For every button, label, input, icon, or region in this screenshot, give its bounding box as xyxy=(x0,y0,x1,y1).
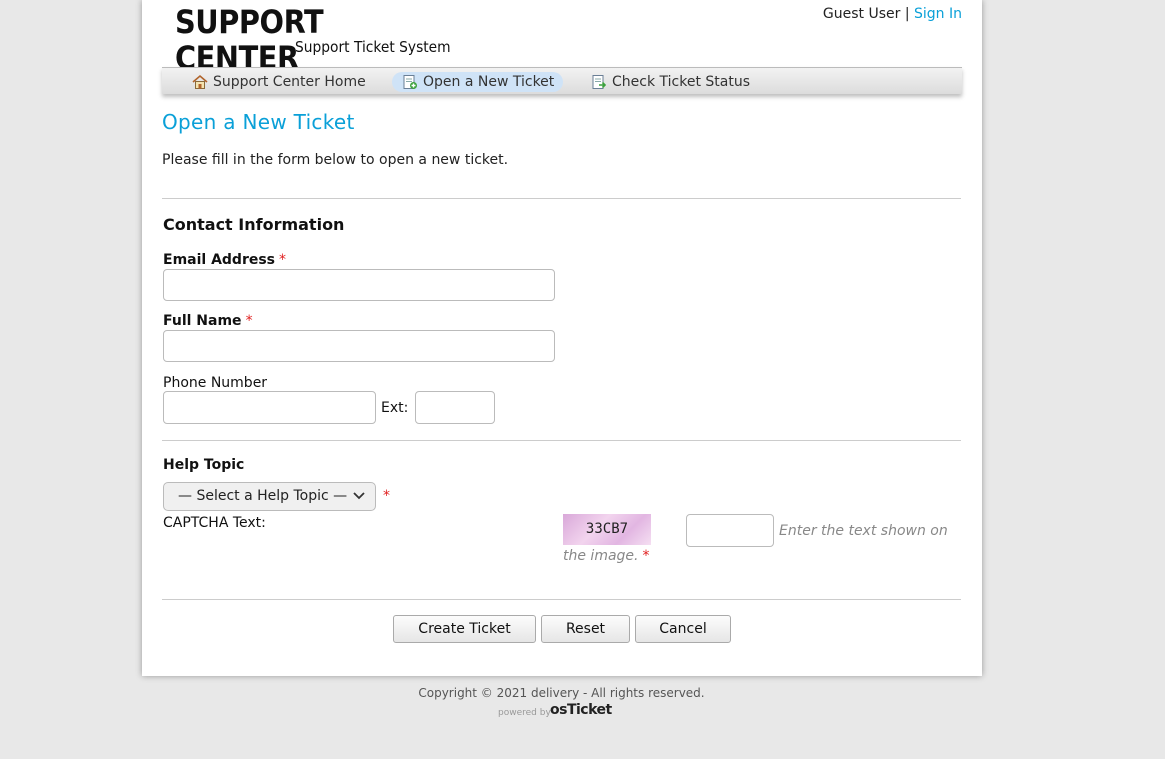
contact-heading: Contact Information xyxy=(163,215,345,234)
page-container: SUPPORT CENTER Support Ticket System Gue… xyxy=(142,0,982,676)
powered-by-text: powered by xyxy=(498,708,551,718)
help-topic-select[interactable]: — Select a Help Topic — xyxy=(163,482,376,511)
logo[interactable]: SUPPORT CENTER Support Ticket System xyxy=(175,4,475,76)
user-bar: Guest User | Sign In xyxy=(823,6,962,22)
ext-label: Ext: xyxy=(381,400,409,416)
full-name-field[interactable] xyxy=(163,330,555,362)
captcha-label: CAPTCHA Text: xyxy=(163,515,266,531)
copyright-text: Copyright © 2021 delivery - All rights r… xyxy=(418,686,705,700)
phone-field[interactable] xyxy=(163,391,376,424)
help-topic-label: Help Topic xyxy=(163,457,245,473)
nav-item-label: Check Ticket Status xyxy=(612,74,750,90)
required-marker: * xyxy=(642,548,650,564)
divider xyxy=(162,599,961,600)
captcha-image: 33CB7 xyxy=(563,514,651,545)
powered-by-logo[interactable]: powered by osTicket xyxy=(498,701,612,723)
email-field[interactable] xyxy=(163,269,555,301)
osticket-brand: osTicket xyxy=(550,702,612,718)
main-nav: Support Center Home Open a New Ticket Ch… xyxy=(162,67,962,94)
cancel-button[interactable]: Cancel xyxy=(635,615,731,643)
nav-item-label: Open a New Ticket xyxy=(423,74,555,90)
create-ticket-button[interactable]: Create Ticket xyxy=(393,615,536,643)
captcha-hint-line2: the image. * xyxy=(563,548,649,564)
nav-item-new-ticket[interactable]: Open a New Ticket xyxy=(392,72,564,92)
captcha-hint-text: the image. xyxy=(563,548,639,564)
guest-user-label: Guest User xyxy=(822,6,901,22)
sign-in-link[interactable]: Sign In xyxy=(914,6,962,22)
phone-label: Phone Number xyxy=(163,375,268,391)
new-ticket-icon xyxy=(403,75,417,89)
divider xyxy=(162,198,961,199)
page-title: Open a New Ticket xyxy=(162,110,355,134)
intro-text: Please fill in the form below to open a … xyxy=(162,152,509,168)
nav-item-label: Support Center Home xyxy=(213,74,366,90)
required-marker: * xyxy=(279,252,287,268)
email-label: Email Address * xyxy=(163,252,286,268)
email-label-text: Email Address xyxy=(163,252,276,268)
logo-subtitle: Support Ticket System xyxy=(295,38,451,56)
chevron-down-icon xyxy=(353,492,365,500)
required-marker: * xyxy=(245,313,253,329)
full-name-label-text: Full Name xyxy=(163,313,242,329)
divider xyxy=(162,440,961,441)
help-topic-selected: — Select a Help Topic — xyxy=(178,488,348,504)
reset-button[interactable]: Reset xyxy=(541,615,630,643)
ext-field[interactable] xyxy=(415,391,495,424)
nav-item-check-status[interactable]: Check Ticket Status xyxy=(581,72,759,92)
full-name-label: Full Name * xyxy=(163,313,253,329)
user-bar-separator: | xyxy=(904,6,910,22)
home-icon xyxy=(192,74,208,89)
captcha-input[interactable] xyxy=(686,514,774,547)
ticket-status-icon xyxy=(592,75,607,89)
captcha-hint-line1: Enter the text shown on xyxy=(779,523,948,539)
required-marker: * xyxy=(383,488,390,504)
nav-item-home[interactable]: Support Center Home xyxy=(182,72,375,92)
